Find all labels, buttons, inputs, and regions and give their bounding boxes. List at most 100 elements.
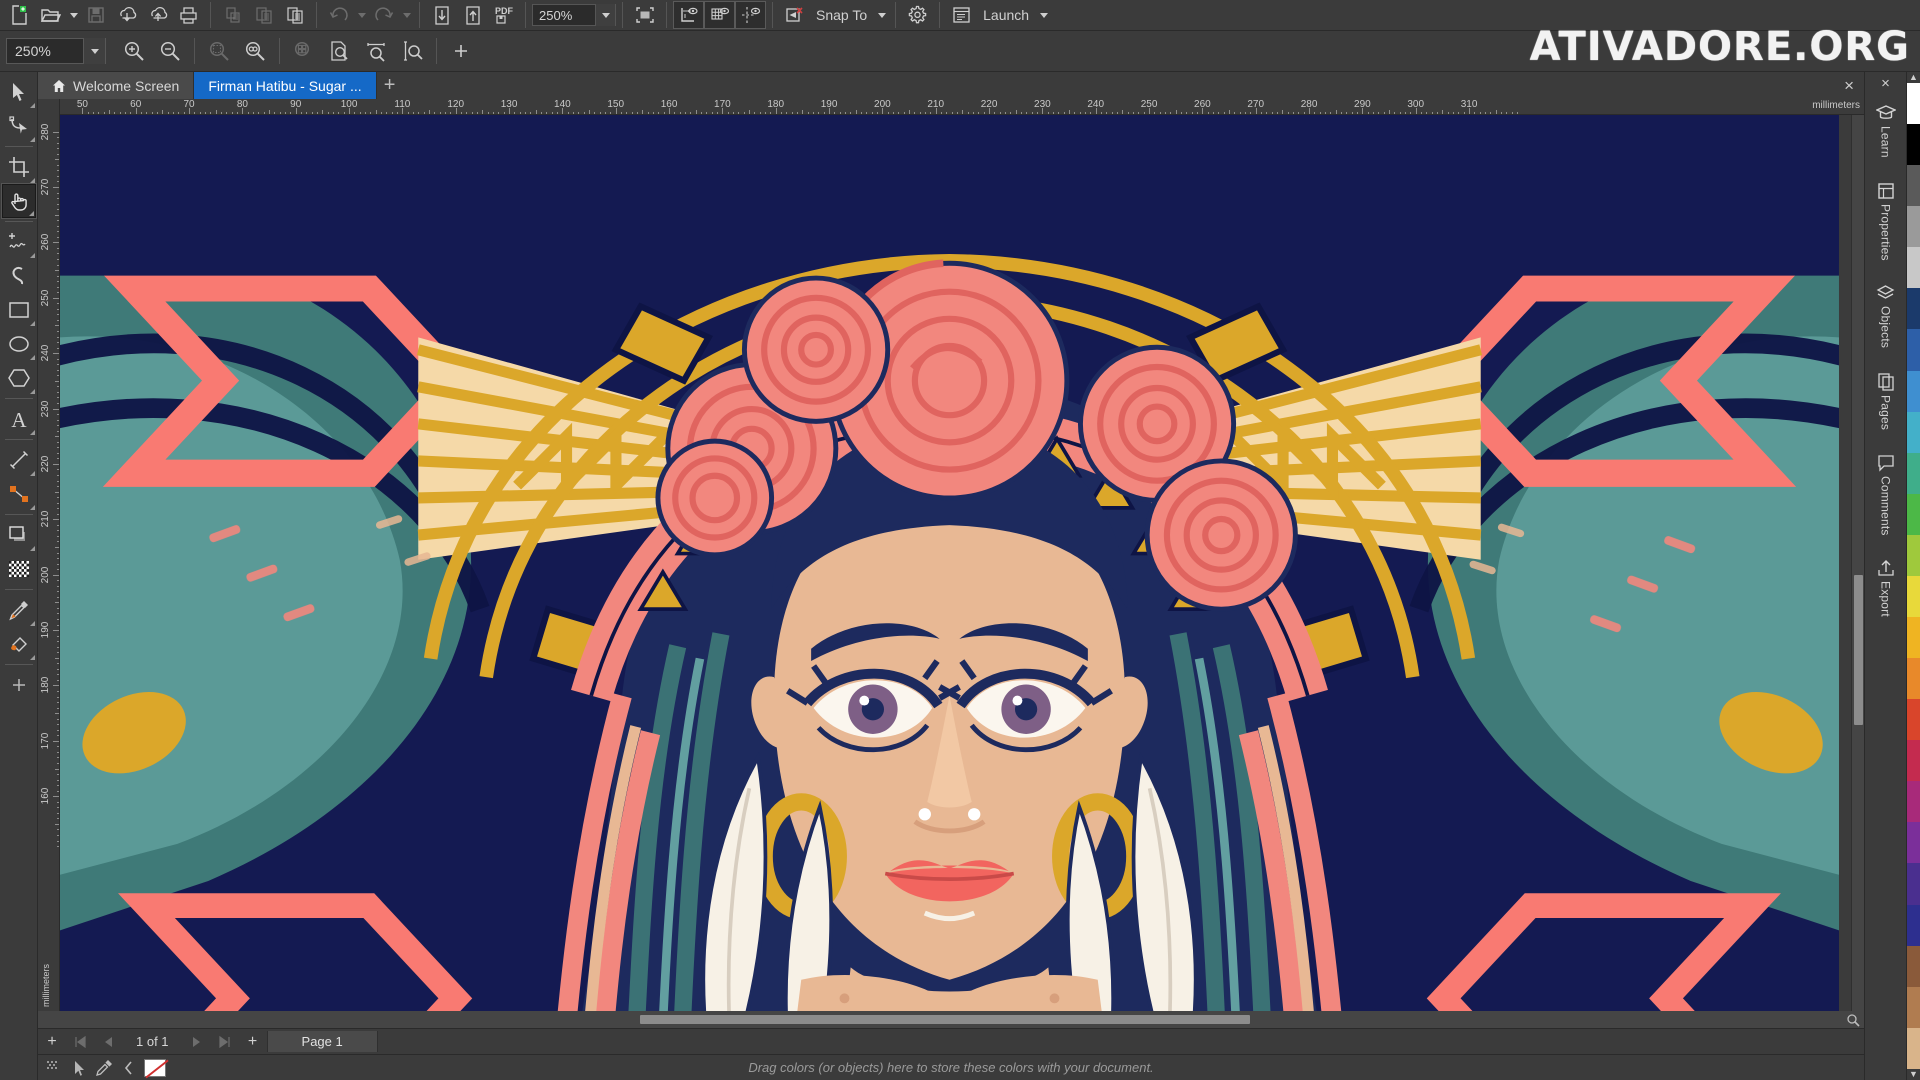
palette-swatch[interactable]: [1907, 165, 1920, 207]
show-grid-icon[interactable]: [704, 1, 735, 29]
artwork-illustration[interactable]: [60, 115, 1839, 1011]
docker-properties[interactable]: Properties: [1877, 172, 1895, 275]
options-gear-icon[interactable]: [902, 1, 933, 29]
canvas-horizontal-scrollbar[interactable]: [40, 1013, 1840, 1026]
page-tab-page-1[interactable]: Page 1: [266, 1031, 378, 1052]
palette-scroll-down-icon[interactable]: ▼: [1909, 1069, 1918, 1080]
paste-icon[interactable]: [279, 1, 310, 29]
zoom-to-page-height-icon[interactable]: [394, 35, 430, 67]
palette-swatch[interactable]: [1907, 863, 1920, 905]
tool-freehand[interactable]: [2, 225, 36, 259]
undo-dropdown[interactable]: [354, 1, 368, 29]
tool-shape[interactable]: [2, 109, 36, 143]
palette-swatch[interactable]: [1907, 575, 1920, 618]
tool-crop[interactable]: [2, 150, 36, 184]
no-color-swatch[interactable]: [144, 1058, 166, 1077]
zoom-to-page-icon[interactable]: [286, 35, 322, 67]
show-rulers-icon[interactable]: [673, 1, 704, 29]
palette-scroll-up-icon[interactable]: ▲: [1909, 72, 1918, 83]
tool-polygon[interactable]: [2, 361, 36, 395]
zoom-in-icon[interactable]: [116, 35, 152, 67]
docker-comments[interactable]: Comments: [1877, 444, 1895, 550]
undo-icon[interactable]: [323, 1, 354, 29]
zoom-level-combo[interactable]: 250%: [532, 4, 616, 26]
ruler-origin-box[interactable]: [38, 99, 60, 115]
palette-pick-icon[interactable]: [72, 1060, 86, 1076]
docker-export[interactable]: Export: [1877, 549, 1895, 631]
vertical-scroll-thumb[interactable]: [1854, 575, 1863, 725]
palette-eyedropper-icon[interactable]: [96, 1059, 113, 1076]
palette-swatch[interactable]: [1907, 1027, 1920, 1069]
first-page-button[interactable]: [66, 1030, 94, 1054]
launch-label[interactable]: Launch: [977, 7, 1035, 23]
zoom-out-icon[interactable]: [152, 35, 188, 67]
palette-swatch[interactable]: [1907, 493, 1920, 535]
tool-pan[interactable]: [0, 183, 37, 219]
drawing-canvas[interactable]: [60, 115, 1851, 1011]
copy-icon[interactable]: [248, 1, 279, 29]
palette-swatch[interactable]: [1907, 945, 1920, 987]
palette-swatch[interactable]: [1907, 452, 1920, 494]
palette-swatch[interactable]: [1907, 288, 1920, 330]
launch-dropdown[interactable]: [1035, 1, 1051, 29]
zoom-to-selected-icon[interactable]: [201, 35, 237, 67]
horizontal-ruler[interactable]: millimeters 50 60 70 80 90 100 110 120 130 140 150…: [60, 99, 1864, 115]
canvas-vertical-scrollbar[interactable]: [1851, 115, 1864, 1011]
new-tab-button[interactable]: +: [376, 72, 403, 99]
snap-to-label[interactable]: Snap To: [810, 7, 873, 23]
open-document-dropdown[interactable]: [66, 1, 80, 29]
palette-swatch[interactable]: [1907, 411, 1920, 453]
full-screen-preview-icon[interactable]: [629, 1, 660, 29]
add-page-button[interactable]: +: [38, 1030, 66, 1054]
palette-swatch[interactable]: [1907, 617, 1920, 659]
palette-swatch[interactable]: [1907, 740, 1920, 782]
tab-welcome-screen[interactable]: Welcome Screen: [38, 72, 195, 99]
palette-swatch[interactable]: [1907, 904, 1920, 946]
close-document-button[interactable]: ×: [1834, 72, 1864, 99]
zoom-to-page-fit-icon[interactable]: [322, 35, 358, 67]
document-palette-icon[interactable]: [46, 1060, 62, 1076]
tool-ellipse[interactable]: [2, 327, 36, 361]
zoom-to-page-width-icon[interactable]: [358, 35, 394, 67]
snap-to-dropdown[interactable]: [873, 1, 889, 29]
docker-pages[interactable]: Pages: [1877, 363, 1895, 444]
previous-page-button[interactable]: [94, 1030, 122, 1054]
palette-swatch-list[interactable]: [1907, 83, 1920, 1069]
tool-artistic-media[interactable]: [2, 259, 36, 293]
cut-icon[interactable]: [217, 1, 248, 29]
tool-pick[interactable]: [2, 75, 36, 109]
palette-swatch[interactable]: [1907, 781, 1920, 823]
palette-swatch[interactable]: [1907, 370, 1920, 412]
vertical-ruler[interactable]: millimeters 280 270 260 250 240 230 220 210 200 1…: [38, 115, 60, 1011]
tool-transparency[interactable]: [2, 552, 36, 586]
open-document-icon[interactable]: [35, 1, 66, 29]
tool-interactive-fill[interactable]: [2, 627, 36, 661]
palette-swatch[interactable]: [1907, 822, 1920, 864]
palette-swatch[interactable]: [1907, 658, 1920, 700]
publish-up-icon[interactable]: [457, 1, 488, 29]
tool-drop-shadow[interactable]: [2, 518, 36, 552]
tool-add-more[interactable]: [2, 668, 36, 702]
palette-swatch[interactable]: [1907, 329, 1920, 371]
tool-text[interactable]: A: [2, 402, 36, 436]
show-guidelines-icon[interactable]: [735, 1, 766, 29]
import-icon[interactable]: [111, 1, 142, 29]
docker-learn[interactable]: Learn: [1875, 94, 1896, 172]
new-document-icon[interactable]: [4, 1, 35, 29]
zoom-canvas-corner-icon[interactable]: [1842, 1013, 1864, 1027]
horizontal-scroll-thumb[interactable]: [640, 1015, 1250, 1024]
palette-swatch[interactable]: [1907, 206, 1920, 248]
application-launcher-icon[interactable]: [946, 1, 977, 29]
tool-connector[interactable]: [2, 477, 36, 511]
palette-scroll-left-icon[interactable]: [123, 1060, 134, 1075]
palette-swatch[interactable]: [1907, 247, 1920, 289]
docker-objects[interactable]: Objects: [1876, 274, 1895, 362]
palette-swatch[interactable]: [1907, 699, 1920, 741]
palette-swatch[interactable]: [1907, 534, 1920, 576]
publish-down-icon[interactable]: [426, 1, 457, 29]
zoom-percent-dropdown-arrow[interactable]: [83, 38, 105, 64]
export-icon[interactable]: [142, 1, 173, 29]
zoom-percent-combo[interactable]: 250%: [6, 38, 106, 64]
add-toolbar-item-icon[interactable]: [443, 35, 479, 67]
palette-swatch[interactable]: [1907, 83, 1920, 125]
